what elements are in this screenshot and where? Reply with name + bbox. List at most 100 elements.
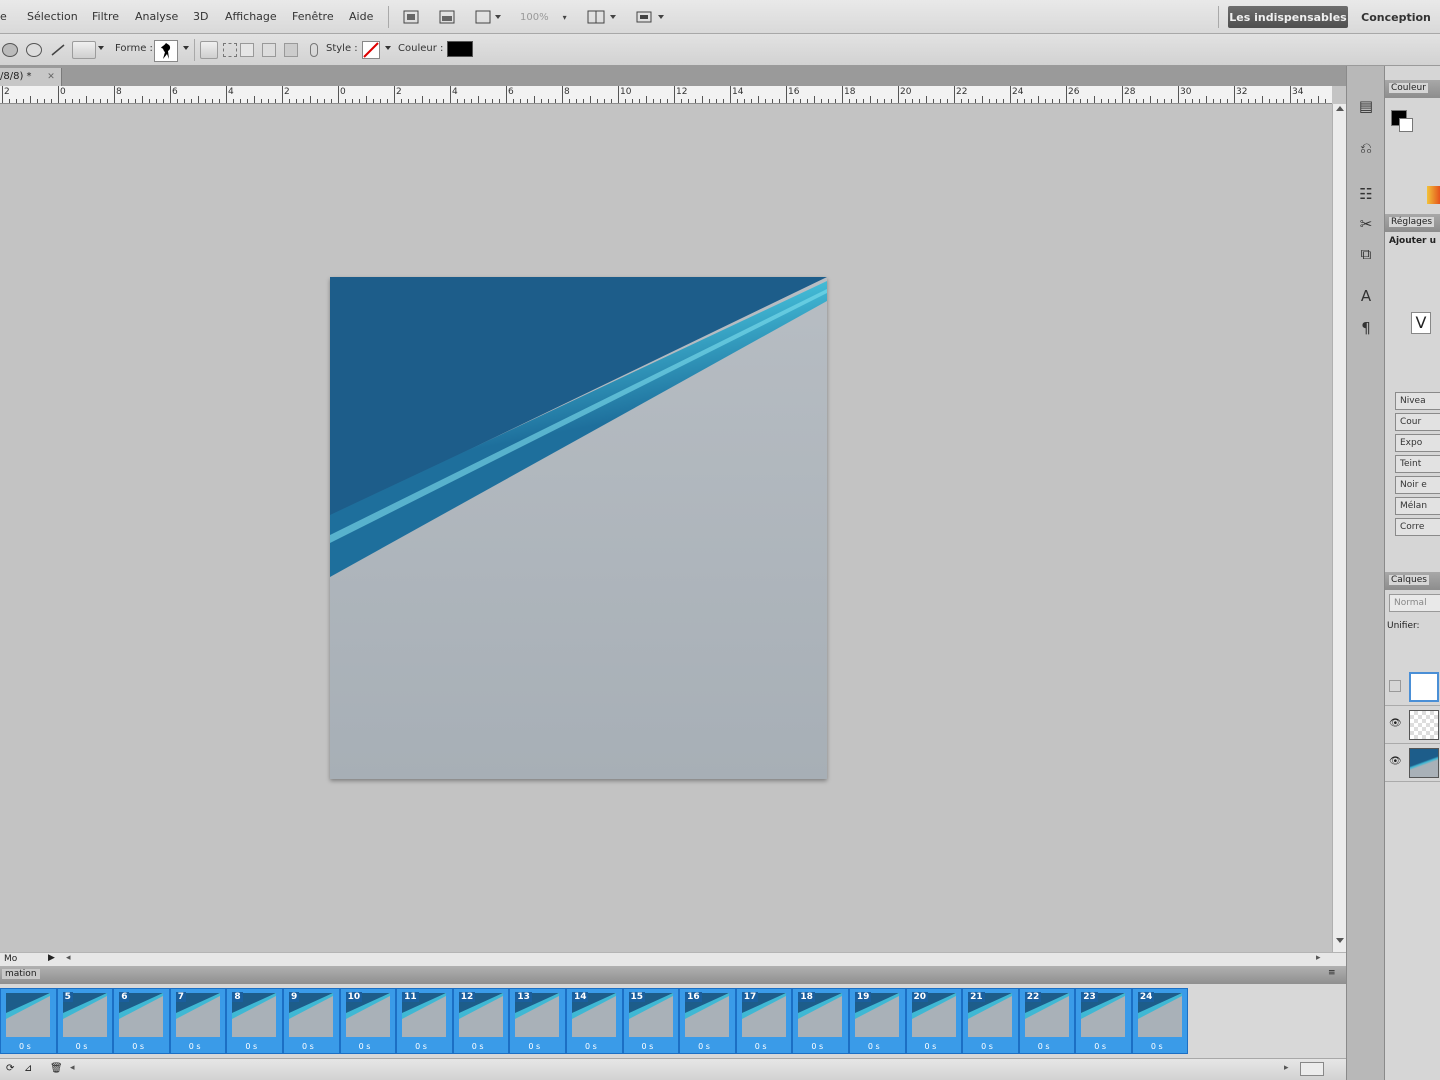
frame-delay[interactable]: 0 s: [811, 1042, 823, 1051]
timeline-mode-icon[interactable]: [1300, 1062, 1324, 1076]
layer-row-shape[interactable]: [1385, 668, 1440, 706]
animation-frame[interactable]: 12 0 s: [452, 988, 510, 1054]
animation-frame[interactable]: 14 0 s: [565, 988, 623, 1054]
line-tool-icon[interactable]: [50, 43, 66, 57]
close-icon[interactable]: ✕: [46, 72, 56, 82]
adjustment-item-hue[interactable]: Teint: [1395, 455, 1440, 473]
animation-frame[interactable]: 24 0 s: [1131, 988, 1189, 1054]
shape-color-swatch[interactable]: [447, 41, 473, 57]
scroll-up-arrow-icon[interactable]: [1336, 106, 1344, 111]
frame-delay[interactable]: 0 s: [755, 1042, 767, 1051]
frame-delay[interactable]: 0 s: [132, 1042, 144, 1051]
ellipse-outline-icon[interactable]: [26, 43, 42, 57]
clone-source-icon[interactable]: ⧉: [1353, 242, 1379, 266]
path-mode-icon[interactable]: [223, 43, 237, 57]
adjustment-item-levels[interactable]: Nivea: [1395, 392, 1440, 410]
frame-delay[interactable]: 0 s: [925, 1042, 937, 1051]
animation-frame[interactable]: 23 0 s: [1075, 988, 1132, 1054]
bridge-icon[interactable]: [400, 8, 422, 26]
status-arrow-icon[interactable]: ▶: [48, 953, 55, 963]
adjustment-item-exposure[interactable]: Expo: [1395, 434, 1440, 452]
menu-item-selection[interactable]: Sélection: [27, 10, 78, 23]
workspace-essentials-button[interactable]: Les indispensables: [1228, 6, 1348, 28]
scroll-right-arrow-icon[interactable]: ▸: [1316, 953, 1321, 963]
frame-delay[interactable]: 0 s: [472, 1042, 484, 1051]
screen-mode-icon[interactable]: [632, 8, 668, 26]
vertical-scrollbar[interactable]: [1332, 104, 1346, 952]
frame-delay[interactable]: 0 s: [585, 1042, 597, 1051]
animation-frame[interactable]: 21 0 s: [962, 988, 1019, 1054]
panel-menu-icon[interactable]: ≡: [1328, 968, 1336, 978]
animation-frame[interactable]: 16 0 s: [679, 988, 736, 1054]
adjustment-item-selective-color[interactable]: Corre: [1395, 518, 1440, 536]
frame-delay[interactable]: 0 s: [415, 1042, 427, 1051]
style-picker[interactable]: [362, 41, 380, 59]
zoom-level[interactable]: 100% ▾: [520, 9, 570, 25]
animation-frame[interactable]: 22 0 s: [1018, 988, 1076, 1054]
animation-frame[interactable]: 7 0 s: [169, 988, 227, 1054]
menu-item-help[interactable]: Aide: [349, 10, 373, 23]
shape-picker[interactable]: [154, 40, 178, 62]
menu-item-3d[interactable]: 3D: [193, 10, 208, 23]
fill-pixels-icon[interactable]: [240, 43, 254, 57]
path-combine-icon[interactable]: [262, 43, 276, 57]
adjustment-item-curves[interactable]: Cour: [1395, 413, 1440, 431]
animation-frame[interactable]: 18 0 s: [792, 988, 849, 1054]
frame-delay[interactable]: 0 s: [76, 1042, 88, 1051]
animation-frame[interactable]: 10 0 s: [339, 988, 397, 1054]
menu-item-filter[interactable]: Filtre: [92, 10, 119, 23]
extras-icon[interactable]: [472, 8, 504, 26]
tool-presets-icon[interactable]: ✂: [1353, 212, 1379, 236]
menu-item-view[interactable]: Affichage: [225, 10, 277, 23]
frame-delay[interactable]: 0 s: [698, 1042, 710, 1051]
menu-item-analysis[interactable]: Analyse: [135, 10, 178, 23]
frame-delay[interactable]: 0 s: [528, 1042, 540, 1051]
color-ramp[interactable]: [1427, 186, 1440, 204]
vibrance-icon[interactable]: V: [1411, 312, 1431, 334]
frame-delay[interactable]: 0 s: [19, 1042, 31, 1051]
animation-frame[interactable]: 19 0 s: [848, 988, 906, 1054]
adjustment-item-channel-mixer[interactable]: Mélan: [1395, 497, 1440, 515]
frame-delay[interactable]: 0 s: [302, 1042, 314, 1051]
animation-frame[interactable]: 15 0 s: [622, 988, 680, 1054]
path-subtract-icon[interactable]: [284, 43, 298, 57]
scroll-left-arrow-icon[interactable]: ◂: [70, 1063, 75, 1073]
animation-frame[interactable]: 5 0 s: [56, 988, 114, 1054]
animation-frame[interactable]: 6 0 s: [113, 988, 170, 1054]
loop-icon[interactable]: ⟳: [6, 1063, 14, 1074]
frame-delay[interactable]: 0 s: [868, 1042, 880, 1051]
eye-icon[interactable]: 👁: [1389, 756, 1402, 767]
ellipse-tool-icon[interactable]: [2, 43, 18, 57]
frame-delay[interactable]: 0 s: [189, 1042, 201, 1051]
frame-delay[interactable]: 0 s: [642, 1042, 654, 1051]
eye-icon[interactable]: 👁: [1389, 718, 1402, 729]
frame-delay[interactable]: 0 s: [1094, 1042, 1106, 1051]
histogram-icon[interactable]: ▤: [1353, 94, 1379, 118]
layer-row-transparent[interactable]: 👁: [1385, 706, 1440, 744]
arrange-documents-icon[interactable]: [584, 8, 620, 26]
layers-panel-tab[interactable]: Calques: [1385, 572, 1440, 590]
scroll-left-arrow-icon[interactable]: ◂: [66, 953, 71, 963]
menu-item-edition[interactable]: e: [0, 10, 7, 23]
history-icon[interactable]: ⎌: [1353, 136, 1379, 160]
adjustments-panel-tab[interactable]: Réglages: [1385, 214, 1440, 232]
mini-bridge-icon[interactable]: [436, 8, 458, 26]
layer-row-background[interactable]: 👁: [1385, 744, 1440, 782]
scroll-down-arrow-icon[interactable]: [1336, 938, 1344, 943]
custom-shape-tool-icon[interactable]: [72, 41, 96, 59]
frame-delay[interactable]: 0 s: [1151, 1042, 1163, 1051]
new-shape-layer-icon[interactable]: [200, 41, 218, 59]
animation-frame[interactable]: 20 0 s: [905, 988, 963, 1054]
chevron-down-icon[interactable]: [385, 46, 391, 50]
animation-frame[interactable]: 0 s: [0, 988, 57, 1054]
color-panel-tab[interactable]: Couleur: [1385, 80, 1440, 98]
frame-delay[interactable]: 0 s: [981, 1042, 993, 1051]
layer-visibility-toggle[interactable]: [1389, 680, 1401, 692]
frame-delay[interactable]: 0 s: [245, 1042, 257, 1051]
animation-panel-title[interactable]: mation: [2, 969, 40, 979]
delete-frame-icon[interactable]: 🗑: [50, 1063, 63, 1074]
actions-icon[interactable]: ☷: [1353, 182, 1379, 206]
menu-item-window[interactable]: Fenêtre: [292, 10, 334, 23]
frame-delay[interactable]: 0 s: [359, 1042, 371, 1051]
animation-frame[interactable]: 13 0 s: [509, 988, 566, 1054]
